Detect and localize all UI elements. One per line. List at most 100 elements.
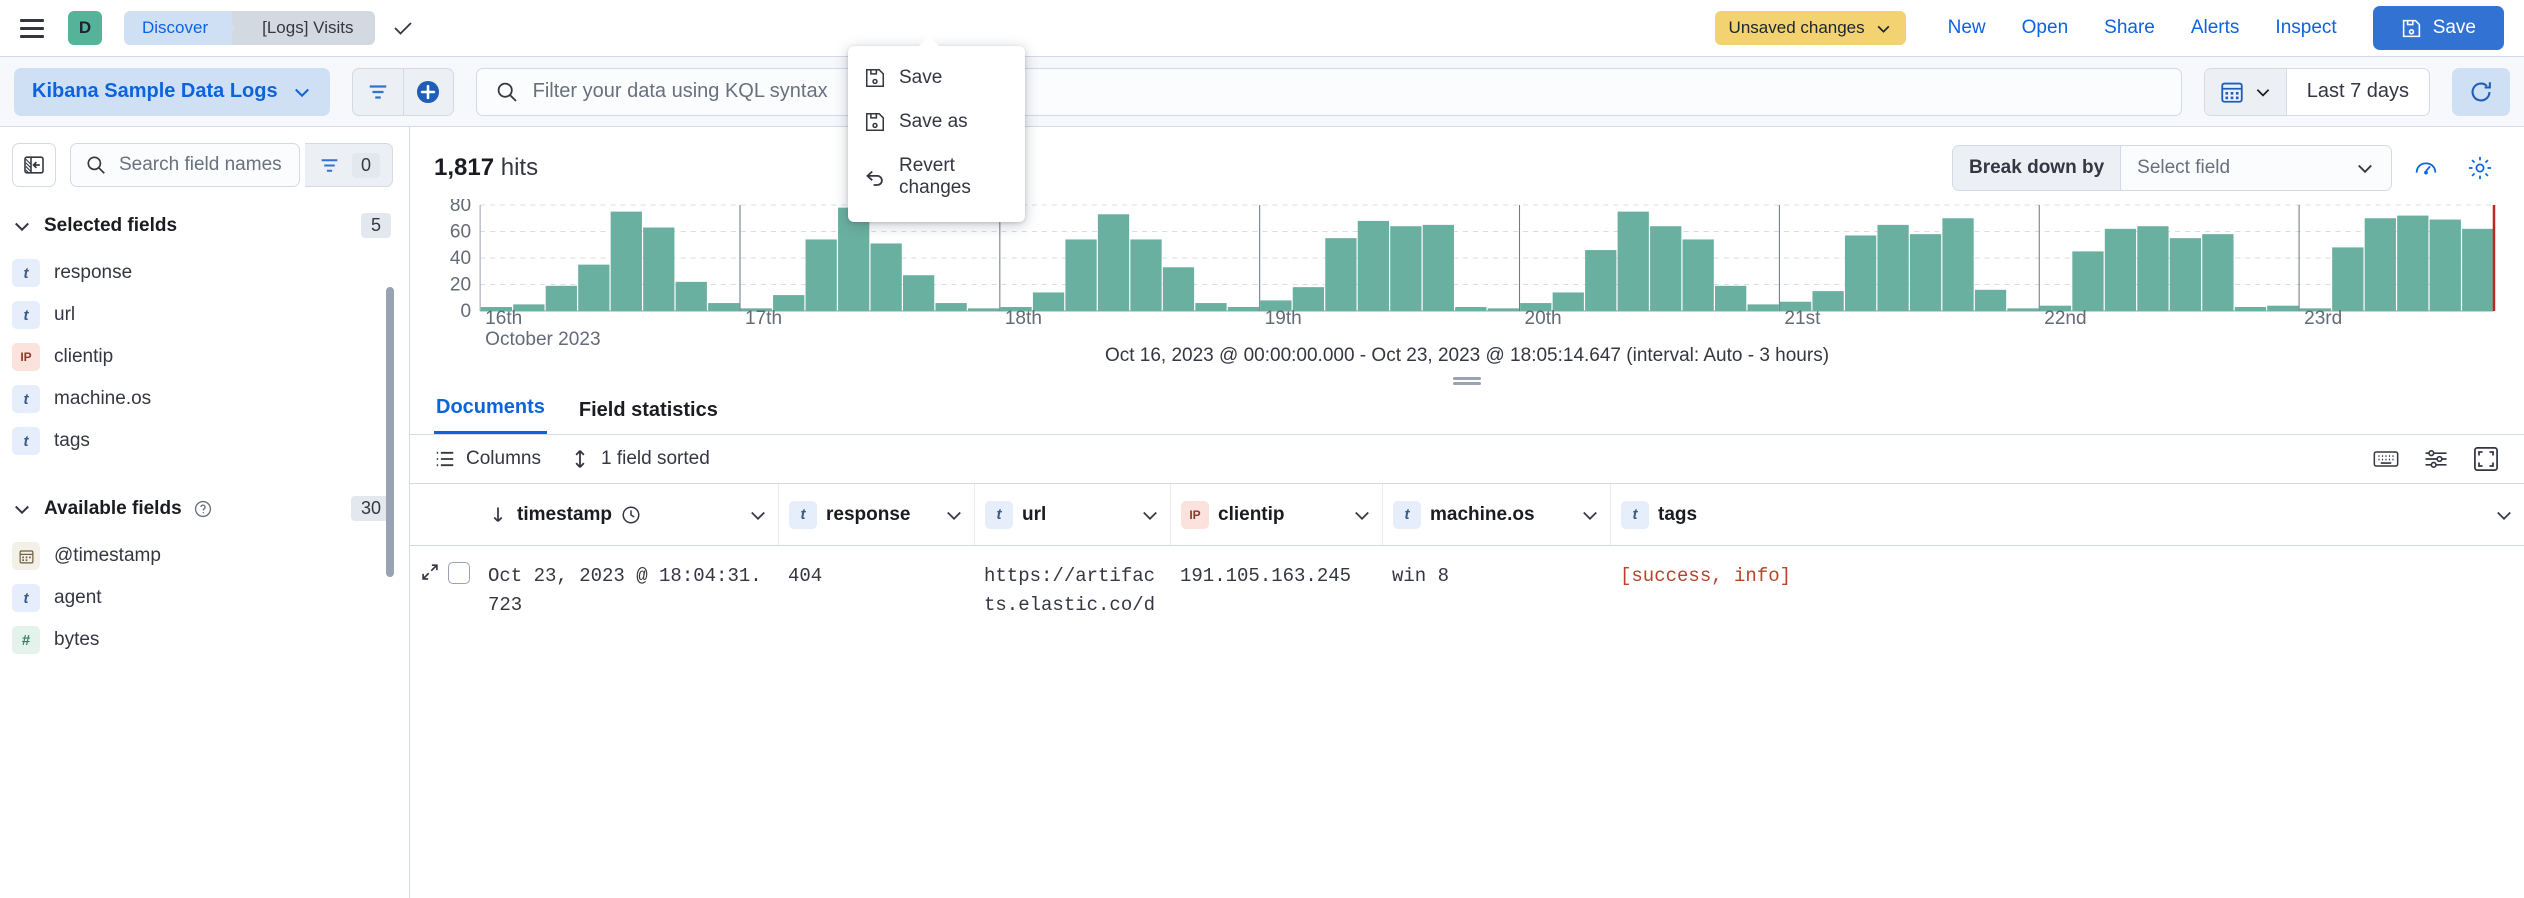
revert-arrow-icon [864, 166, 886, 188]
sidebar-section-available-fields[interactable]: Available fields 30 [0, 462, 409, 535]
sort-fields-button[interactable]: 1 field sorted [569, 448, 710, 470]
column-menu-chevron-icon[interactable] [1566, 505, 1600, 525]
svg-text:21st: 21st [1784, 308, 1821, 329]
sidebar-field-url[interactable]: t url [0, 294, 409, 336]
table-row[interactable]: Oct 23, 2023 @ 18:04:31.723 404 https://… [410, 546, 2524, 621]
sidebar-scrollbar[interactable] [386, 287, 394, 577]
cell-url: https://artifacts.elastic.co/d [984, 565, 1156, 617]
popover-revert-item[interactable]: Revert changes [848, 144, 1025, 210]
breakdown-control: Break down by Select field [1952, 145, 2392, 191]
collapse-panel-icon[interactable] [12, 143, 56, 187]
sidebar-field-machine-os[interactable]: t machine.os [0, 378, 409, 420]
sidebar-field-label: bytes [54, 629, 100, 650]
gear-icon[interactable] [2460, 148, 2500, 188]
nav-new-button[interactable]: New [1930, 17, 2004, 39]
sidebar-field-clientip[interactable]: IP clientip [0, 336, 409, 378]
svg-text:60: 60 [450, 222, 471, 243]
column-header-response[interactable]: t response [778, 484, 974, 545]
chevron-down-icon [294, 88, 309, 97]
breakdown-field-select[interactable]: Select field [2121, 146, 2391, 190]
query-bar: Kibana Sample Data Logs Filter your data… [0, 57, 2524, 127]
date-range-label[interactable]: Last 7 days [2287, 80, 2429, 103]
nav-inspect-button[interactable]: Inspect [2257, 17, 2354, 39]
hits-count-label: 1,817 hits [434, 154, 538, 182]
save-button-label: Save [2432, 17, 2476, 38]
hamburger-menu-icon[interactable] [16, 12, 48, 44]
sidebar-section-title: Available fields [44, 497, 182, 519]
chevron-down-icon [2256, 88, 2269, 97]
sidebar-field-label: response [54, 262, 133, 283]
histogram-chart[interactable]: 0 20 40 60 80 16th 17th 18th 19th 20th 21st 22nd 23… [410, 199, 2524, 385]
column-menu-chevron-icon[interactable] [930, 505, 964, 525]
column-header-label: machine.os [1430, 503, 1535, 525]
field-search-input[interactable]: Search field names [70, 143, 300, 187]
tab-field-statistics[interactable]: Field statistics [577, 389, 720, 434]
sidebar-field-agent[interactable]: t agent [0, 577, 409, 619]
field-type-filter-button[interactable]: 0 [304, 143, 393, 187]
breadcrumb: Discover [Logs] Visits [124, 11, 376, 45]
sidebar-field-timestamp[interactable]: @timestamp [0, 535, 409, 577]
save-disk-icon [864, 67, 886, 89]
breakdown-label: Break down by [1953, 146, 2122, 190]
column-menu-chevron-icon[interactable] [2480, 505, 2514, 525]
column-header-tags[interactable]: t tags [1610, 484, 2524, 545]
expand-document-icon[interactable] [420, 562, 440, 582]
field-type-ip-icon: IP [1181, 500, 1209, 529]
chart-options-icon[interactable] [2406, 148, 2446, 188]
add-filter-button[interactable] [402, 68, 453, 115]
column-menu-chevron-icon[interactable] [1338, 505, 1372, 525]
clock-icon [622, 506, 640, 523]
column-header-url[interactable]: t url [974, 484, 1170, 545]
cell-timestamp: Oct 23, 2023 @ 18:04:31.723 [488, 565, 762, 617]
refresh-button[interactable] [2452, 67, 2510, 116]
sidebar-section-selected-fields[interactable]: Selected fields 5 [0, 199, 409, 252]
column-header-timestamp[interactable]: timestamp [478, 484, 778, 545]
tab-documents[interactable]: Documents [434, 386, 547, 434]
row-select-checkbox[interactable] [448, 562, 470, 584]
column-header-machine-os[interactable]: t machine.os [1382, 484, 1610, 545]
nav-open-button[interactable]: Open [2004, 17, 2086, 39]
check-icon[interactable] [391, 16, 415, 40]
list-icon [436, 451, 454, 467]
nav-share-button[interactable]: Share [2086, 17, 2173, 39]
date-quick-select-button[interactable] [2204, 68, 2287, 115]
popover-save-as-item[interactable]: Save as [848, 100, 1025, 144]
breadcrumb-discover[interactable]: Discover [124, 11, 236, 45]
filter-lines-icon [321, 158, 338, 172]
filter-options-button[interactable] [353, 69, 403, 115]
kql-search-input[interactable]: Filter your data using KQL syntax [475, 67, 2182, 116]
svg-text:October 2023: October 2023 [485, 329, 600, 347]
kql-placeholder: Filter your data using KQL syntax [532, 80, 828, 102]
space-avatar[interactable]: D [68, 11, 102, 45]
column-menu-chevron-icon[interactable] [1126, 505, 1160, 525]
data-view-selector[interactable]: Kibana Sample Data Logs [14, 67, 330, 116]
breadcrumb-logs-visits[interactable]: [Logs] Visits [232, 11, 376, 45]
svg-text:19th: 19th [1265, 308, 1302, 329]
save-button[interactable]: Save [2372, 6, 2504, 50]
sidebar-section-title: Selected fields [44, 214, 178, 236]
fullscreen-icon[interactable] [2472, 445, 2500, 473]
unsaved-changes-button[interactable]: Unsaved changes [1714, 11, 1906, 45]
popover-save-item[interactable]: Save [848, 56, 1025, 100]
search-icon [87, 156, 105, 174]
column-header-label: timestamp [517, 503, 613, 525]
sidebar-field-bytes[interactable]: # bytes [0, 619, 409, 661]
display-options-icon[interactable] [2422, 445, 2450, 473]
data-grid-header-row: timestamp t response t url IP clientip t… [410, 484, 2524, 546]
column-header-clientip[interactable]: IP clientip [1170, 484, 1382, 545]
field-filter-count: 0 [351, 152, 380, 178]
column-menu-chevron-icon[interactable] [734, 505, 768, 525]
question-circle-icon[interactable] [194, 500, 212, 518]
data-grid-toolbar: Columns 1 field sorted [410, 435, 2524, 484]
sidebar-field-response[interactable]: t response [0, 252, 409, 294]
documents-data-grid: timestamp t response t url IP clientip t… [410, 484, 2524, 898]
chart-resize-handle[interactable] [1453, 377, 1481, 385]
column-header-label: tags [1658, 503, 1698, 525]
field-type-text-icon: t [12, 385, 40, 413]
popover-save-label: Save [899, 67, 943, 88]
nav-alerts-button[interactable]: Alerts [2173, 17, 2258, 39]
keyboard-icon[interactable] [2372, 445, 2400, 473]
columns-button[interactable]: Columns [434, 448, 541, 470]
sort-descending-icon [493, 507, 503, 522]
sidebar-field-tags[interactable]: t tags [0, 420, 409, 462]
